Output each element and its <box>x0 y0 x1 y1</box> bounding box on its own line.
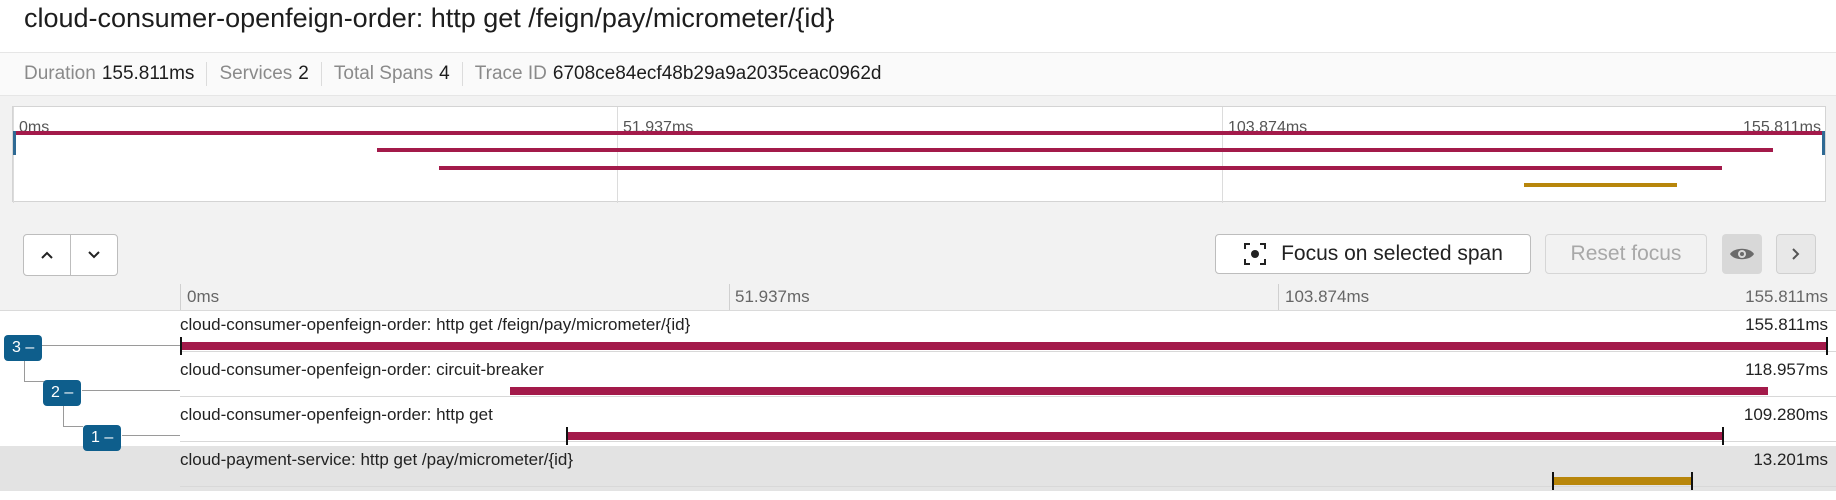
span-row-selected[interactable]: cloud-payment-service: http get /pay/mic… <box>0 446 1836 491</box>
minimap-gridline <box>617 107 618 203</box>
focus-button-label: Focus on selected span <box>1281 242 1503 265</box>
span-name: cloud-consumer-openfeign-order: circuit-… <box>180 360 544 379</box>
span-name: cloud-consumer-openfeign-order: http get… <box>180 315 691 334</box>
span-row[interactable]: cloud-consumer-openfeign-order: circuit-… <box>0 356 1836 401</box>
axis-gridline <box>729 284 730 310</box>
focus-selected-span-button[interactable]: Focus on selected span <box>1215 234 1531 274</box>
span-duration: 109.280ms <box>1743 405 1828 424</box>
stat-value: 155.811ms <box>101 63 195 84</box>
span-bar[interactable] <box>566 432 1724 440</box>
minimap-gridline <box>13 107 14 203</box>
stat-value: 6708ce84ecf48b29a9a2035ceac0962d <box>552 63 882 84</box>
span-bar[interactable] <box>1552 477 1692 485</box>
span-row-divider <box>180 396 1836 397</box>
span-start-cap <box>566 427 568 445</box>
stat-total-spans: Total Spans 4 <box>322 62 463 86</box>
prev-span-button[interactable] <box>24 235 70 275</box>
stat-value: 2 <box>298 63 309 84</box>
minimap-right-handle[interactable] <box>1822 131 1825 155</box>
axis-tick-label: 51.937ms <box>735 287 810 306</box>
span-bar[interactable] <box>180 342 1828 350</box>
stat-duration: Duration 155.811ms <box>0 62 208 86</box>
chevron-down-icon <box>88 251 100 259</box>
trace-minimap[interactable]: 0ms 51.937ms 103.874ms 155.811ms <box>12 106 1826 203</box>
axis-tick-label: 0ms <box>187 287 220 306</box>
span-duration: 13.201ms <box>1753 450 1828 469</box>
span-end-cap <box>1722 427 1724 445</box>
minimap-left-handle[interactable] <box>13 131 16 155</box>
minimap-span-bar <box>1524 183 1677 187</box>
span-end-cap <box>1691 472 1693 490</box>
stat-trace-id: Trace ID 6708ce84ecf48b29a9a2035ceac0962d <box>463 62 894 86</box>
trace-stats-bar: Duration 155.811ms Services 2 Total Spans 4… <box>0 52 1836 96</box>
axis-gridline <box>180 284 181 310</box>
trace-toolbar: Focus on selected span Reset focus <box>0 220 1836 290</box>
axis-tick-label: 103.874ms <box>1285 287 1370 306</box>
span-duration: 155.811ms <box>1745 315 1828 334</box>
span-row-divider <box>180 486 1836 487</box>
focus-target-icon <box>1244 243 1267 265</box>
collapse-children-badge[interactable]: 2 – <box>43 380 82 406</box>
span-start-cap <box>1552 472 1554 490</box>
span-rows: cloud-consumer-openfeign-order: http get… <box>0 311 1836 491</box>
next-span-button[interactable] <box>70 235 117 275</box>
eye-icon <box>1730 248 1754 260</box>
span-navigation-group <box>23 234 118 276</box>
timeline-axis: 0ms 51.937ms 103.874ms 155.811ms <box>0 284 1836 311</box>
stat-value: 4 <box>439 63 450 84</box>
toggle-visibility-button[interactable] <box>1722 234 1762 274</box>
span-row-divider <box>180 441 1836 442</box>
span-row[interactable]: cloud-consumer-openfeign-order: http get… <box>0 311 1836 356</box>
collapse-children-badge[interactable]: 3 – <box>4 335 43 361</box>
span-row[interactable]: cloud-consumer-openfeign-order: http get… <box>0 401 1836 446</box>
stat-key: Total Spans <box>333 63 434 84</box>
reset-focus-button[interactable]: Reset focus <box>1545 234 1707 274</box>
trace-title: cloud-consumer-openfeign-order: http get… <box>24 3 835 33</box>
minimap-span-bar <box>13 131 1825 135</box>
stat-key: Services <box>219 63 293 84</box>
span-name: cloud-consumer-openfeign-order: http get <box>180 405 493 424</box>
stat-key: Trace ID <box>474 63 547 84</box>
span-name: cloud-payment-service: http get /pay/mic… <box>180 450 574 469</box>
reset-button-label: Reset focus <box>1570 242 1682 265</box>
collapse-children-badge[interactable]: 1 – <box>83 425 122 451</box>
span-bar[interactable] <box>510 387 1768 395</box>
minimap-span-bar <box>439 166 1722 170</box>
span-duration: 118.957ms <box>1745 360 1828 379</box>
minimap-gridline <box>1222 107 1223 203</box>
axis-tick-label: 155.811ms <box>1745 287 1828 306</box>
stat-key: Duration <box>24 63 96 84</box>
chevron-up-icon <box>41 251 53 259</box>
span-start-cap <box>180 337 182 355</box>
chevron-right-icon <box>1792 248 1800 260</box>
axis-gridline <box>1278 284 1279 310</box>
minimap-span-bar <box>377 148 1773 152</box>
span-end-cap <box>1826 337 1828 355</box>
stat-services: Services 2 <box>207 62 322 86</box>
expand-panel-button[interactable] <box>1776 234 1816 274</box>
trace-minimap-panel: 0ms 51.937ms 103.874ms 155.811ms <box>0 96 1836 220</box>
span-row-divider <box>180 351 1836 352</box>
